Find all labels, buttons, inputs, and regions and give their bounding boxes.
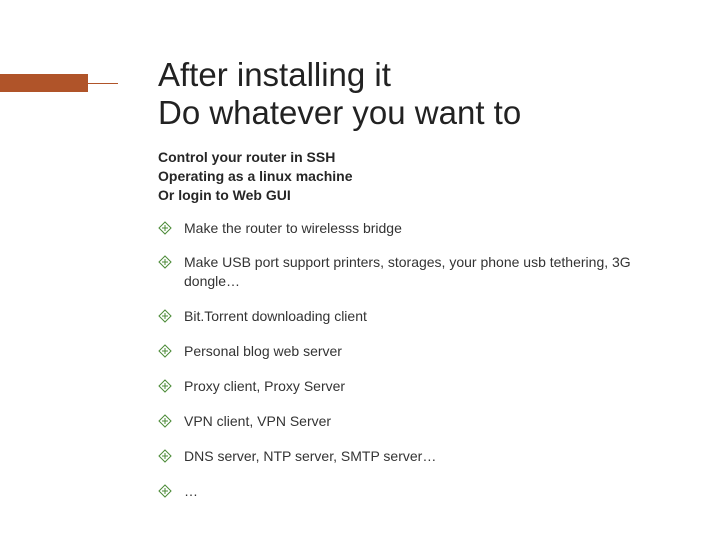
slide-title: After installing it Do whatever you want…	[158, 56, 670, 132]
list-item-text: Bit.Torrent downloading client	[184, 308, 367, 324]
list-item: Make USB port support printers, storages…	[158, 253, 670, 291]
list-item-text: …	[184, 483, 198, 499]
list-item-text: Proxy client, Proxy Server	[184, 378, 345, 394]
slide: After installing it Do whatever you want…	[0, 0, 720, 540]
title-line-1: After installing it	[158, 56, 391, 93]
list-item: Personal blog web server	[158, 342, 670, 361]
list-item: DNS server, NTP server, SMTP server…	[158, 447, 670, 466]
title-line-2: Do whatever you want to	[158, 94, 521, 131]
accent-line	[88, 83, 118, 84]
slide-subtitle: Control your router in SSH Operating as …	[158, 148, 670, 205]
list-item: VPN client, VPN Server	[158, 412, 670, 431]
diamond-icon	[158, 414, 172, 428]
diamond-icon	[158, 379, 172, 393]
sub-line-3: Or login to Web GUI	[158, 187, 291, 203]
diamond-icon	[158, 449, 172, 463]
bullet-list: Make the router to wirelesss bridge Make…	[158, 219, 670, 501]
diamond-icon	[158, 309, 172, 323]
list-item-text: DNS server, NTP server, SMTP server…	[184, 448, 436, 464]
sub-line-1: Control your router in SSH	[158, 149, 335, 165]
list-item-text: Personal blog web server	[184, 343, 342, 359]
list-item: Bit.Torrent downloading client	[158, 307, 670, 326]
diamond-icon	[158, 255, 172, 269]
accent-block	[0, 74, 88, 92]
diamond-icon	[158, 344, 172, 358]
list-item-text: Make USB port support printers, storages…	[184, 254, 631, 289]
diamond-icon	[158, 484, 172, 498]
diamond-icon	[158, 221, 172, 235]
content-area: After installing it Do whatever you want…	[158, 56, 670, 517]
list-item: Make the router to wirelesss bridge	[158, 219, 670, 238]
list-item-text: Make the router to wirelesss bridge	[184, 220, 402, 236]
list-item: …	[158, 482, 670, 501]
list-item: Proxy client, Proxy Server	[158, 377, 670, 396]
sub-line-2: Operating as a linux machine	[158, 168, 353, 184]
list-item-text: VPN client, VPN Server	[184, 413, 331, 429]
